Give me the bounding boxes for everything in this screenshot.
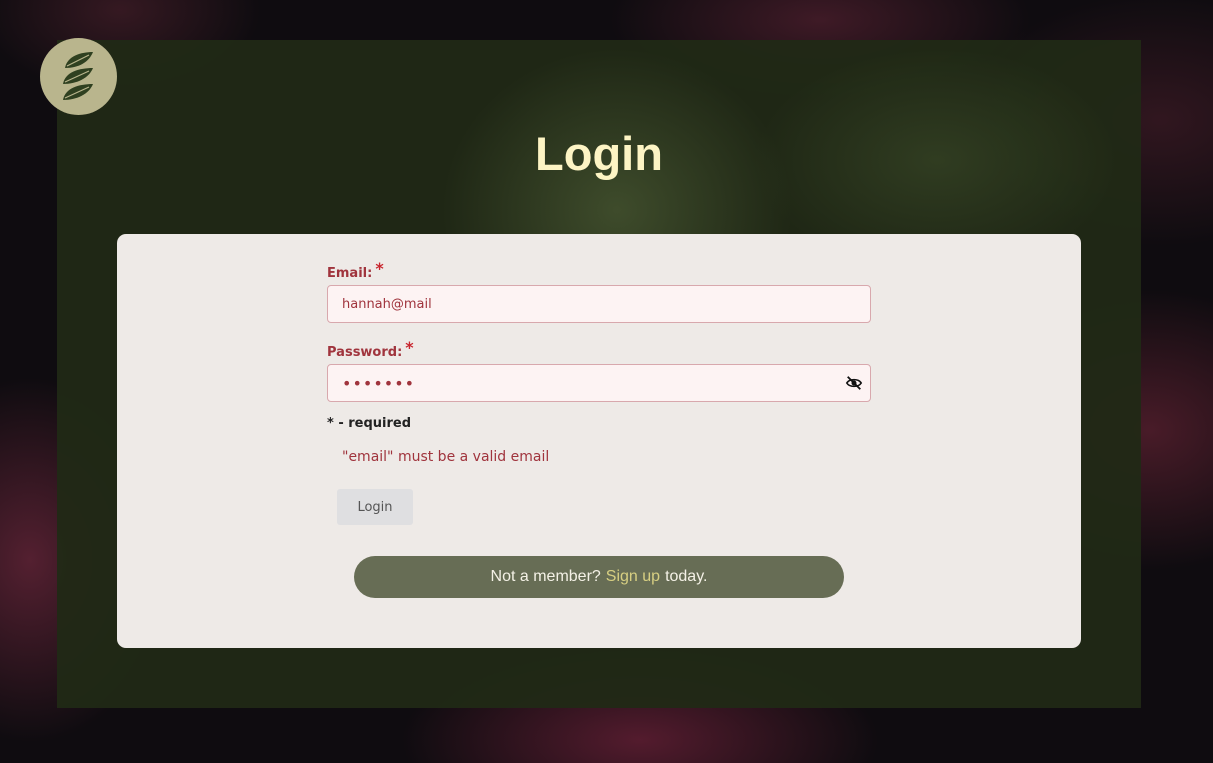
required-mark: * bbox=[405, 338, 414, 357]
password-label: Password: * bbox=[327, 338, 871, 360]
email-label-text: Email: bbox=[327, 266, 373, 281]
email-input-wrap bbox=[327, 285, 871, 323]
required-note: * - required bbox=[327, 416, 412, 431]
eye-slash-icon[interactable] bbox=[845, 374, 863, 392]
login-card: Email:* Password:* * - required "email" … bbox=[117, 234, 1081, 648]
leaf-icon bbox=[62, 51, 93, 100]
email-error-message: "email" must be a valid email bbox=[342, 449, 550, 465]
password-input-wrap bbox=[327, 364, 871, 402]
page-title: Login bbox=[535, 127, 663, 180]
required-mark: * bbox=[375, 259, 384, 278]
signup-prefix: Not a member? bbox=[490, 568, 601, 585]
signup-prompt: Not a member? Sign up today. bbox=[354, 556, 844, 598]
login-form: Email:* Password:* * - required "email" … bbox=[327, 259, 871, 525]
site-logo[interactable] bbox=[40, 38, 117, 115]
signup-suffix: today. bbox=[665, 568, 708, 585]
password-input[interactable] bbox=[327, 364, 871, 402]
email-label: Email: * bbox=[327, 259, 871, 281]
login-button[interactable]: Login bbox=[337, 489, 413, 525]
signup-link[interactable]: Sign up bbox=[606, 568, 660, 586]
password-label-text: Password: bbox=[327, 345, 403, 360]
email-input[interactable] bbox=[327, 285, 871, 323]
login-panel: Login Email:* Password:* * - requi bbox=[57, 40, 1141, 708]
